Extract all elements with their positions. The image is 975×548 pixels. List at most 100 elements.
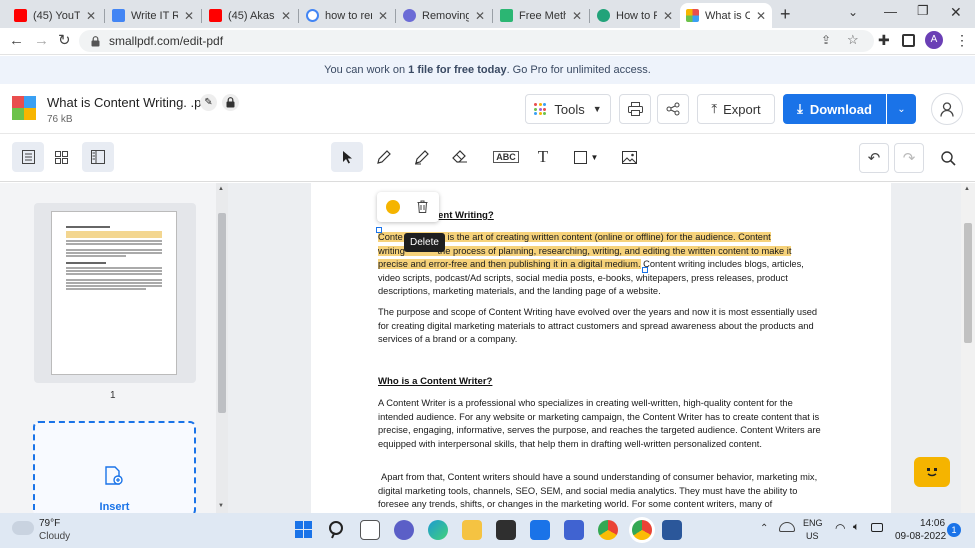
close-tab-icon[interactable]: ✕ — [86, 9, 96, 23]
windows-start-icon[interactable] — [295, 521, 313, 539]
sidebar-scrollbar-thumb[interactable] — [218, 213, 226, 413]
chrome-active-icon[interactable] — [632, 520, 652, 540]
pen-tool-button[interactable] — [368, 142, 400, 172]
close-tab-icon[interactable]: ✕ — [756, 9, 766, 23]
new-tab-button[interactable]: + — [780, 4, 791, 25]
browser-tab-active[interactable]: What is Co ✕ — [680, 3, 772, 28]
volume-icon[interactable]: 🔈︎ — [853, 521, 860, 534]
address-bar[interactable]: smallpdf.com/edit-pdf ⇪ ☆ — [79, 30, 874, 52]
browser-tab[interactable]: How to Rem ✕ — [591, 3, 679, 28]
download-options-dropdown[interactable]: ⌄ — [887, 94, 916, 124]
forward-icon[interactable]: → — [34, 32, 49, 49]
show-hidden-icons[interactable]: ⌃ — [760, 523, 768, 534]
language-code[interactable]: ENG — [803, 518, 823, 528]
paragraph-content-writer: A Content Writer is a professional who s… — [378, 398, 821, 449]
selection-handle-end[interactable] — [642, 267, 648, 273]
rename-pencil-icon[interactable]: ✎ — [200, 94, 217, 111]
account-button[interactable] — [931, 93, 963, 125]
weather-condition[interactable]: Cloudy — [39, 531, 70, 542]
word-icon[interactable] — [662, 520, 682, 540]
add-text-button[interactable]: T — [527, 142, 559, 172]
task-view-icon[interactable] — [360, 520, 380, 540]
reload-icon[interactable]: ↻ — [58, 31, 71, 49]
share-nodes-icon — [666, 102, 680, 116]
chat-support-widget[interactable] — [914, 457, 950, 487]
smallpdf-logo[interactable] — [12, 96, 36, 120]
eraser-tool-button[interactable] — [444, 142, 476, 172]
close-tab-icon[interactable]: ✕ — [184, 9, 194, 23]
share-icon[interactable]: ⇪ — [821, 33, 831, 47]
document-scrollbar[interactable]: ▲ — [961, 183, 975, 513]
close-tab-icon[interactable]: ✕ — [475, 9, 485, 23]
close-window-icon[interactable]: ✕ — [950, 4, 962, 21]
file-explorer-icon[interactable] — [462, 520, 482, 540]
extensions-icon[interactable]: ✚ — [878, 32, 890, 49]
battery-icon[interactable] — [871, 523, 883, 532]
page-number: 1 — [110, 390, 116, 401]
print-button[interactable] — [619, 94, 651, 124]
undo-button[interactable]: ↶ — [859, 143, 889, 173]
browser-tab[interactable]: how to remove ✕ — [300, 3, 394, 28]
bookmark-star-icon[interactable]: ☆ — [847, 32, 859, 48]
sidebar-scrollbar[interactable]: ▲ ▼ — [216, 183, 228, 513]
close-tab-icon[interactable]: ✕ — [378, 9, 388, 23]
export-button[interactable]: ⤒ Export — [697, 94, 775, 124]
add-image-button[interactable] — [613, 142, 645, 172]
page-thumbnail-card[interactable] — [34, 203, 196, 383]
tab-search-icon[interactable]: ⌄ — [848, 5, 858, 19]
search-button[interactable] — [932, 143, 964, 173]
select-tool-button[interactable] — [331, 142, 363, 172]
insert-page-button[interactable]: Insert — [33, 421, 196, 516]
share-button[interactable] — [657, 94, 689, 124]
close-tab-icon[interactable]: ✕ — [281, 9, 291, 23]
lock-file-icon[interactable] — [222, 94, 239, 111]
highlighter-tool-button[interactable] — [406, 142, 438, 172]
onedrive-cloud-icon[interactable] — [779, 522, 795, 532]
more-menu-icon[interactable]: ⋮ — [955, 32, 969, 49]
pdf-page[interactable]: ent Writing? Conte is the art of creatin… — [311, 183, 891, 513]
mail-icon[interactable] — [530, 520, 550, 540]
browser-tab[interactable]: (45) YouTube ✕ — [8, 3, 102, 28]
chrome-icon[interactable] — [598, 520, 618, 540]
redo-button[interactable]: ↷ — [894, 143, 924, 173]
single-page-view-button[interactable] — [12, 142, 44, 172]
color-picker-swatch[interactable] — [386, 200, 400, 214]
keyboard-region[interactable]: US — [806, 531, 819, 541]
redo-icon: ↷ — [902, 150, 916, 167]
edge-browser-icon[interactable] — [428, 520, 448, 540]
download-button[interactable]: ⤓ Download — [783, 94, 886, 124]
photo-editor-icon[interactable] — [564, 520, 584, 540]
document-scrollbar-thumb[interactable] — [964, 223, 972, 343]
minimize-icon[interactable]: — — [884, 4, 897, 19]
browser-tab[interactable]: Free Metho ✕ — [494, 3, 588, 28]
grid-view-button[interactable] — [45, 142, 77, 172]
notification-badge[interactable]: 1 — [947, 523, 961, 537]
profile-avatar[interactable]: A — [925, 31, 943, 49]
store-icon[interactable] — [496, 520, 516, 540]
highlighter-icon — [415, 150, 429, 165]
selection-handle-start[interactable] — [376, 227, 382, 233]
shape-tool-dropdown[interactable]: ▼ — [566, 142, 606, 172]
browser-tab[interactable]: Write IT Right ✕ — [106, 3, 200, 28]
page-thumbnail[interactable] — [51, 211, 177, 375]
clock-time[interactable]: 14:06 — [920, 518, 945, 529]
browser-tab[interactable]: (45) Akash ✕ — [203, 3, 297, 28]
back-icon[interactable]: ← — [9, 32, 24, 49]
chat-icon[interactable] — [394, 520, 414, 540]
thumbnail-panel-button[interactable] — [82, 142, 114, 172]
tools-dropdown[interactable]: Tools ▼ — [525, 94, 611, 124]
search-icon[interactable] — [328, 520, 346, 540]
heading-who-is-content-writer: Who is a Content Writer? — [378, 376, 493, 387]
trash-icon[interactable] — [417, 200, 428, 213]
temperature[interactable]: 79°F — [39, 518, 60, 529]
text-recognition-button[interactable]: ABC — [490, 142, 522, 172]
close-tab-icon[interactable]: ✕ — [572, 9, 582, 23]
wifi-icon[interactable]: ◠ — [835, 521, 845, 535]
restore-icon[interactable]: ❐ — [917, 3, 929, 19]
close-tab-icon[interactable]: ✕ — [663, 9, 673, 23]
sidepanel-icon[interactable] — [902, 34, 915, 47]
browser-tab[interactable]: Removing h ✕ — [397, 3, 491, 28]
docs-icon — [112, 9, 125, 22]
cloudy-weather-icon[interactable] — [12, 521, 34, 535]
clock-date[interactable]: 09-08-2022 — [895, 531, 946, 542]
